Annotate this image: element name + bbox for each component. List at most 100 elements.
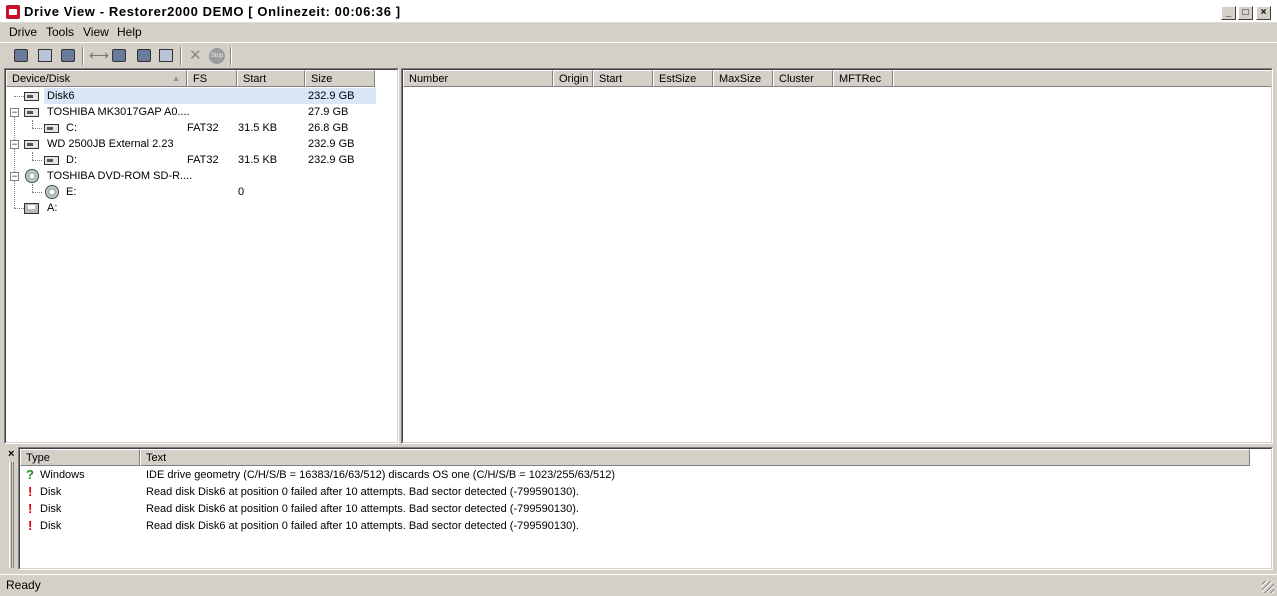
device-start: 0: [238, 186, 245, 198]
log-text: Read disk Disk6 at position 0 failed aft…: [146, 520, 579, 532]
resize-grip-icon[interactable]: [1262, 581, 1274, 593]
device-size: 232.9 GB: [308, 90, 355, 102]
toolbar: ⟷ ✕ Stop: [0, 42, 1277, 68]
hard-disk-icon: [24, 92, 39, 101]
log-text: Read disk Disk6 at position 0 failed aft…: [146, 486, 579, 498]
device-size: 27.9 GB: [308, 106, 349, 118]
toolbar-separator: [180, 47, 182, 65]
column-header-type[interactable]: Type: [20, 449, 140, 466]
log-list[interactable]: Type Text ? Windows IDE drive geometry (…: [19, 448, 1272, 569]
menu-bar: Drive Tools View Help: [0, 23, 1277, 41]
close-button[interactable]: ×: [1256, 6, 1271, 20]
stop-button[interactable]: Stop: [206, 46, 228, 66]
column-header-origin[interactable]: Origin: [553, 70, 593, 87]
log-type: Disk: [40, 486, 62, 498]
cd-drive-icon: [25, 169, 39, 183]
open-image-button[interactable]: [108, 46, 130, 66]
column-header-label: Device/Disk: [12, 73, 71, 85]
scan-button[interactable]: [10, 46, 32, 66]
menu-help[interactable]: Help: [117, 25, 142, 39]
device-row[interactable]: Disk6 232.9 GB: [6, 88, 397, 104]
title-bar: Drive View - Restorer2000 DEMO [ Onlinez…: [0, 0, 1277, 23]
device-row[interactable]: − TOSHIBA DVD-ROM SD-R....: [6, 168, 397, 184]
status-bar: Ready: [0, 574, 1277, 596]
menu-tools[interactable]: Tools: [46, 25, 74, 39]
column-header-maxsize[interactable]: MaxSize: [713, 70, 773, 87]
collapse-toggle[interactable]: −: [10, 108, 19, 117]
scan-icon: [14, 49, 28, 62]
column-header-fs[interactable]: FS: [187, 70, 237, 87]
menu-view[interactable]: View: [83, 25, 109, 39]
toolbar-separator: [230, 47, 232, 65]
partition-list[interactable]: Number Origin Start EstSize MaxSize Clus…: [402, 69, 1272, 443]
minimize-button[interactable]: _: [1221, 6, 1236, 20]
partition-list-pane: Number Origin Start EstSize MaxSize Clus…: [401, 68, 1273, 444]
log-row[interactable]: ! Disk Read disk Disk6 at position 0 fai…: [20, 484, 1271, 500]
log-close-icon[interactable]: ×: [8, 448, 14, 460]
app-icon: [6, 5, 20, 19]
device-row[interactable]: D: FAT32 31.5 KB 232.9 GB: [6, 152, 397, 168]
menu-drive[interactable]: Drive: [9, 25, 37, 39]
hard-disk-icon: [24, 108, 39, 117]
device-row[interactable]: C: FAT32 31.5 KB 26.8 GB: [6, 120, 397, 136]
log-row[interactable]: ! Disk Read disk Disk6 at position 0 fai…: [20, 518, 1271, 534]
save-button[interactable]: [155, 46, 177, 66]
cd-disc-icon: [45, 185, 59, 199]
connect-button[interactable]: ⟷: [86, 46, 109, 66]
collapse-toggle[interactable]: −: [10, 140, 19, 149]
device-start: 31.5 KB: [238, 154, 278, 166]
column-header-cluster[interactable]: Cluster: [773, 70, 833, 87]
tree-line: [14, 208, 24, 209]
column-header-device[interactable]: Device/Disk ▲: [6, 70, 187, 87]
column-header-text[interactable]: Text: [140, 449, 1250, 466]
window-title: Drive View - Restorer2000 DEMO [ Onlinez…: [24, 4, 401, 19]
delete-icon: ✕: [189, 47, 202, 64]
properties-button[interactable]: [34, 46, 56, 66]
device-name: E:: [66, 186, 77, 198]
column-header-size[interactable]: Size: [305, 70, 375, 87]
device-row[interactable]: A:: [6, 200, 397, 216]
delete-button[interactable]: ✕: [184, 46, 206, 66]
status-text: Ready: [6, 578, 41, 592]
floppy-drive-icon: [24, 203, 39, 214]
find-icon: [61, 49, 75, 62]
log-row[interactable]: ! Disk Read disk Disk6 at position 0 fai…: [20, 501, 1271, 517]
find-button[interactable]: [57, 46, 79, 66]
device-tree[interactable]: Device/Disk ▲ FS Start Size Disk6 232.9 …: [5, 69, 398, 443]
maximize-button[interactable]: □: [1238, 6, 1253, 20]
device-row[interactable]: − TOSHIBA MK3017GAP A0.... 27.9 GB: [6, 104, 397, 120]
column-header-number[interactable]: Number: [403, 70, 553, 87]
create-image-button[interactable]: [133, 46, 155, 66]
partition-icon: [44, 124, 59, 133]
log-drag-handle[interactable]: [9, 462, 14, 568]
column-header-mftrec[interactable]: MFTRec: [833, 70, 893, 87]
column-header-empty: [893, 70, 1271, 87]
collapse-toggle[interactable]: −: [10, 172, 19, 181]
error-icon: !: [28, 501, 33, 516]
hard-disk-icon: [24, 140, 39, 149]
log-type: Disk: [40, 520, 62, 532]
column-header-start[interactable]: Start: [593, 70, 653, 87]
device-name: Disk6: [47, 90, 75, 102]
column-header-start[interactable]: Start: [237, 70, 305, 87]
log-text: IDE drive geometry (C/H/S/B = 16383/16/6…: [146, 469, 615, 481]
open-image-icon: [112, 49, 126, 62]
stop-icon: Stop: [209, 48, 225, 64]
device-row[interactable]: E: 0: [6, 184, 397, 200]
log-row[interactable]: ? Windows IDE drive geometry (C/H/S/B = …: [20, 467, 1271, 483]
column-header-estsize[interactable]: EstSize: [653, 70, 713, 87]
error-icon: !: [28, 484, 33, 499]
create-image-icon: [137, 49, 151, 62]
partition-icon: [44, 156, 59, 165]
device-name: D:: [66, 154, 77, 166]
device-name: TOSHIBA MK3017GAP A0....: [47, 106, 190, 118]
log-type: Disk: [40, 503, 62, 515]
log-text: Read disk Disk6 at position 0 failed aft…: [146, 503, 579, 515]
device-list-pane: Device/Disk ▲ FS Start Size Disk6 232.9 …: [4, 68, 399, 444]
device-fs: FAT32: [187, 122, 219, 134]
save-icon: [159, 49, 173, 62]
device-name: C:: [66, 122, 77, 134]
tree-line: [32, 128, 42, 129]
device-size: 26.8 GB: [308, 122, 349, 134]
device-row[interactable]: − WD 2500JB External 2.23 232.9 GB: [6, 136, 397, 152]
